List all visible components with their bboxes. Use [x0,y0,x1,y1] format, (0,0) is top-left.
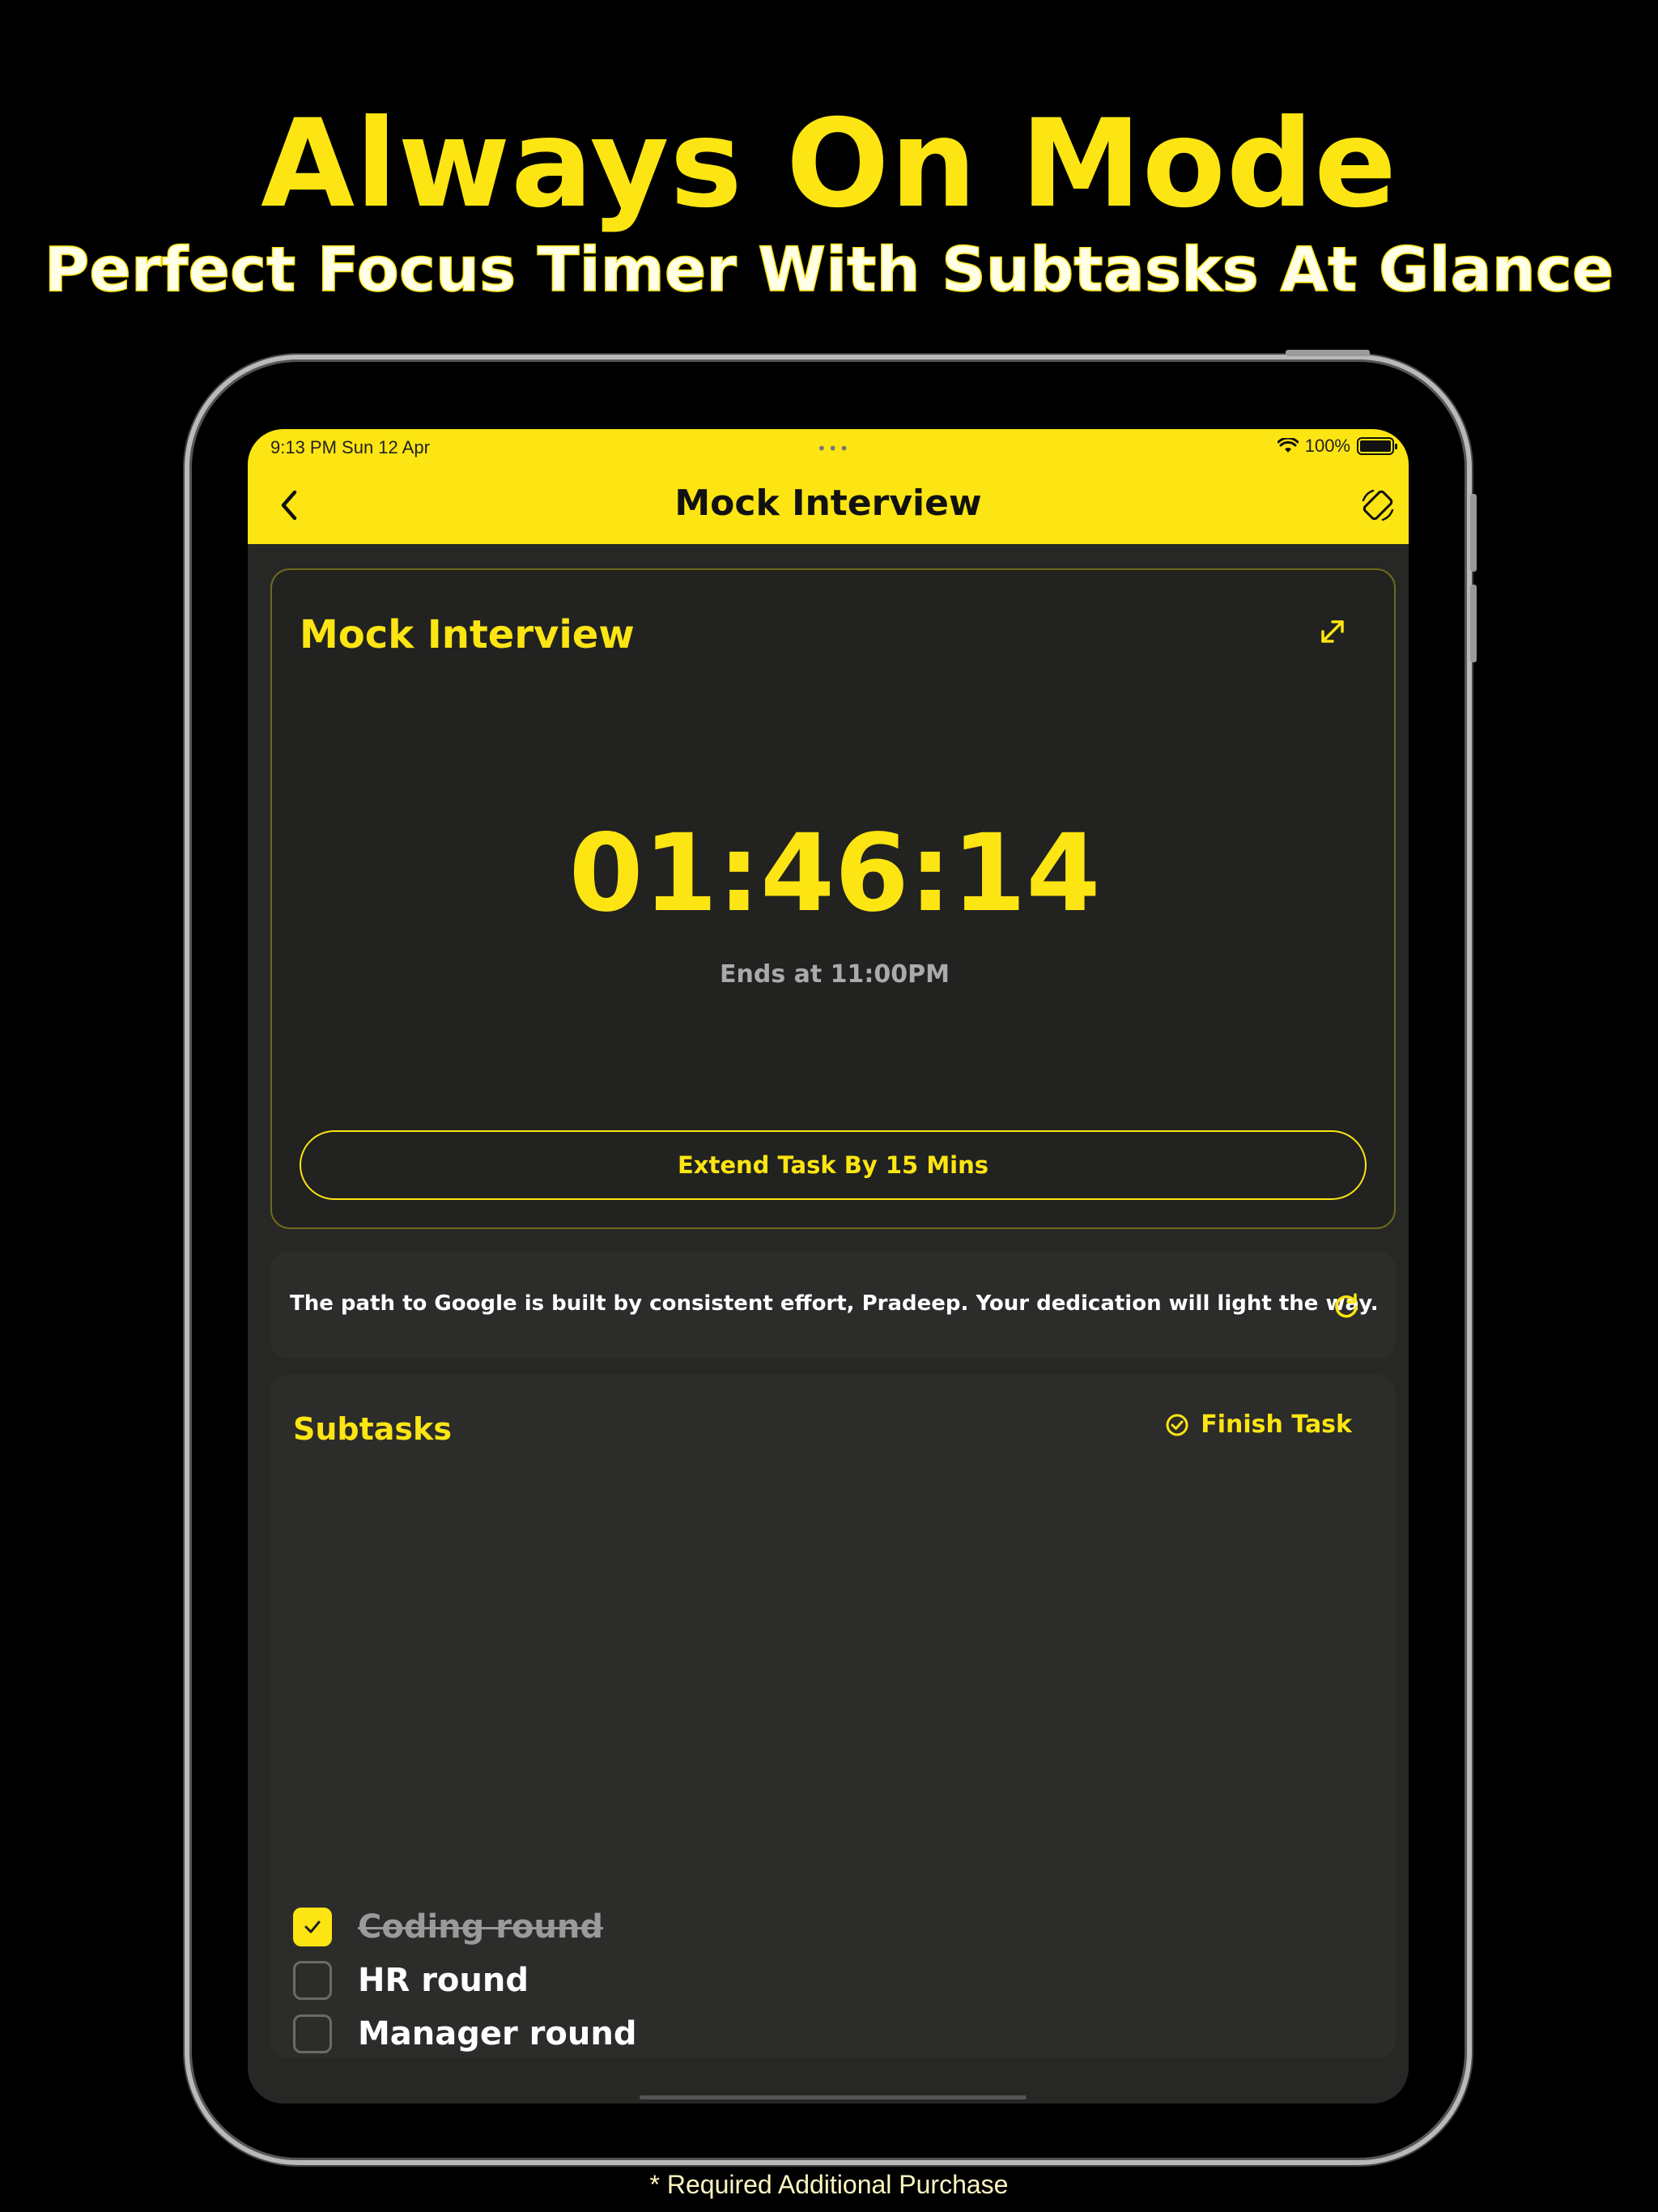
rotate-screen-icon[interactable] [1358,486,1397,525]
motivation-card: The path to Google is built by consisten… [270,1252,1396,1359]
check-circle-icon [1166,1414,1188,1436]
finish-task-label: Finish Task [1201,1410,1352,1439]
device-top-button [1286,350,1370,356]
subtask-checkbox[interactable] [293,2014,332,2053]
subtask-item[interactable]: HR round [293,1959,529,2001]
checkmark-icon [304,1921,321,1933]
ends-at-label: Ends at 11:00PM [720,960,950,989]
battery-percentage: 100% [1304,436,1350,456]
nav-title: Mock Interview [674,483,982,524]
status-indicators: 100% [1277,436,1397,457]
timer-card: Mock Interview 01:46:14 Ends at 11:00PM … [270,568,1396,1229]
multitasking-dots[interactable]: ••• [817,439,850,458]
refresh-icon[interactable] [1333,1292,1360,1320]
subtask-checkbox[interactable] [293,1961,332,2000]
subtask-label: HR round [358,1962,529,1999]
device-volume-down-button [1470,585,1477,662]
subtask-item[interactable]: Coding round [293,1906,603,1948]
subtasks-heading: Subtasks [293,1411,452,1447]
promo-subheadline: Perfect Focus Timer With Subtasks At Gla… [44,232,1614,306]
promo-headline: Always On Mode [261,94,1397,235]
task-title: Mock Interview [300,612,635,657]
status-time: 9:13 PM Sun 12 Apr [270,437,430,457]
battery-icon [1357,437,1397,455]
subtask-label: Coding round [358,1908,604,1946]
home-indicator[interactable] [640,2095,1027,2099]
device-volume-up-button [1470,494,1477,572]
purchase-footnote: * Required Additional Purchase [649,2170,1009,2199]
finish-task-button[interactable]: Finish Task [1165,1410,1352,1439]
app-screen: 9:13 PM Sun 12 Apr ••• 100% Mock Intervi… [248,429,1409,2104]
subtasks-card: Subtasks Finish Task Coding round HR rou… [270,1375,1396,2058]
top-bar: 9:13 PM Sun 12 Apr ••• 100% Mock Intervi… [248,429,1409,544]
subtask-label: Manager round [358,2015,637,2052]
subtask-checkbox[interactable] [293,1908,332,1946]
motivation-quote: The path to Google is built by consisten… [290,1291,1379,1316]
countdown-timer: 01:46:14 [568,811,1101,936]
subtask-item[interactable]: Manager round [293,2013,636,2055]
wifi-icon [1277,438,1299,453]
expand-icon[interactable] [1316,615,1349,648]
extend-task-button[interactable]: Extend Task By 15 Mins [300,1130,1367,1200]
